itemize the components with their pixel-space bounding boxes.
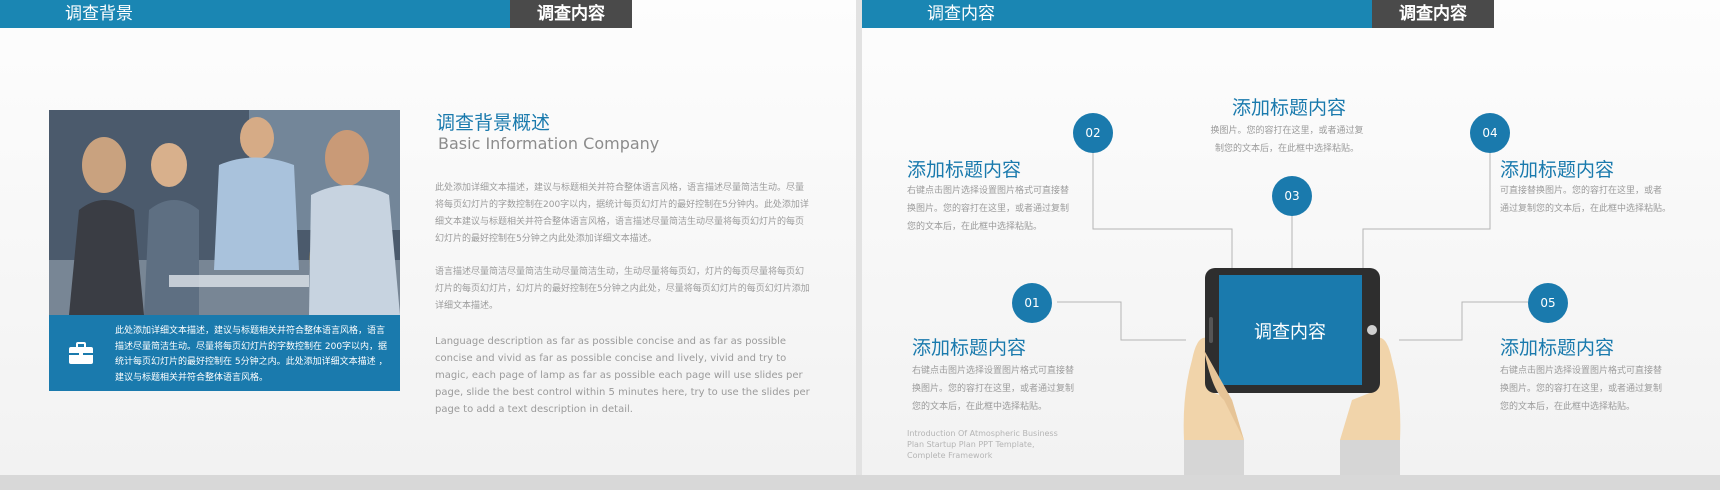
slide-background: 调查内容 调查内容 调查内容 02 03 04 01 05 添加标题内容 换图片… xyxy=(862,0,1720,475)
item-05-title: 添加标题内容 xyxy=(1500,337,1615,359)
device-label: 调查内容 xyxy=(1254,322,1326,343)
header-bar: 调查背景 xyxy=(0,0,510,28)
badge-01: 01 xyxy=(1012,283,1052,323)
footer-bar xyxy=(0,475,1720,490)
badge-04: 04 xyxy=(1470,113,1510,153)
item-03-text: 换图片。您的容打在这里，或者通过复 制您的文本后，在此框中选择粘贴。 xyxy=(1210,126,1364,154)
item-01-text: 右键点击图片选择设置图片格式可直接替 换图片。您的容打在这里，或者通过复制 您的文本… xyxy=(912,366,1075,412)
section-subheading: Basic Information Company xyxy=(438,134,660,153)
paragraph-1: 此处添加详细文本描述，建议与标题相关并符合整体语言风格，语言描述尽量简洁生动。尽… xyxy=(435,183,809,244)
briefcase-icon xyxy=(69,342,93,364)
intro-text: Introduction Of Atmospheric Business Plan… xyxy=(907,429,1058,460)
paragraph-english: Language description as far as possible … xyxy=(435,336,810,415)
item-02-title: 添加标题内容 xyxy=(907,159,1022,181)
badge-05: 05 xyxy=(1528,283,1568,323)
badge-03: 03 xyxy=(1272,176,1312,216)
paragraph-2: 语言描述尽量简洁尽量简洁生动尽量简洁生动，生动尽量将每页幻，灯片的每页尽量将每页… xyxy=(435,267,810,311)
info-text: 此处添加详细文本描述，建议与标题相关并符合整体语言风格，语言描述尽量简洁生动。尽… xyxy=(115,326,388,383)
slide-background: 调查背景 调查内容 此处添加详细文本描述，建议与标题相关并符合整体语言风格，语言… xyxy=(0,0,856,475)
item-02-text: 右键点击图片选择设置图片格式可直接替 换图片。您的容打在这里，或者通过复制 您的文本… xyxy=(907,186,1070,232)
badge-02: 02 xyxy=(1073,113,1113,153)
item-05-text: 右键点击图片选择设置图片格式可直接替 换图片。您的容打在这里，或者通过复制 您的文本… xyxy=(1500,366,1663,412)
item-04-title: 添加标题内容 xyxy=(1500,159,1615,181)
item-04-text: 可直接替换图片。您的容打在这里，或者 通过复制您的文本后，在此框中选择粘贴。 xyxy=(1500,186,1672,214)
header-title: 调查背景 xyxy=(65,4,133,24)
item-01-title: 添加标题内容 xyxy=(912,337,1027,359)
home-button-icon xyxy=(1367,325,1377,335)
section-heading: 调查背景概述 xyxy=(436,112,551,134)
meeting-photo xyxy=(49,110,400,315)
item-03-title: 添加标题内容 xyxy=(1232,97,1347,119)
info-box: 此处添加详细文本描述，建议与标题相关并符合整体语言风格，语言描述尽量简洁生动。尽… xyxy=(49,315,400,391)
header-tab[interactable]: 调查内容 xyxy=(510,0,632,28)
